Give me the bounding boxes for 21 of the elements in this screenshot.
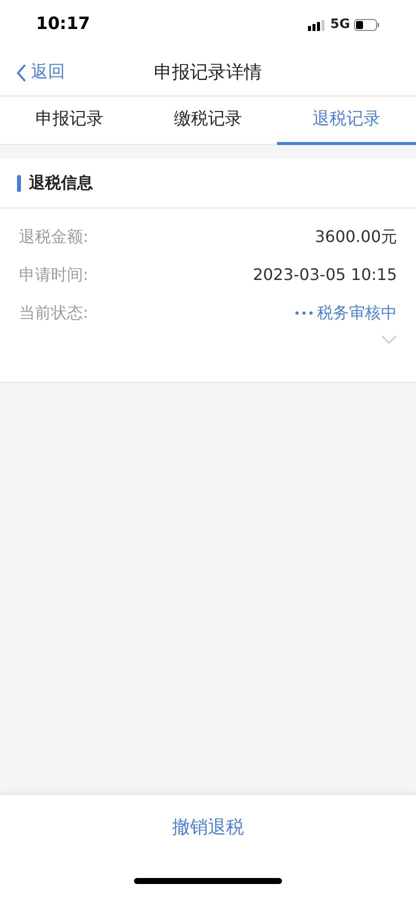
battery-icon — [354, 19, 380, 31]
cancel-refund-button[interactable]: 撤销退税 — [166, 813, 250, 842]
status-time: 10:17 — [36, 13, 90, 36]
network-label: 5G — [330, 16, 350, 34]
chevron-icon[interactable] — [381, 335, 397, 344]
tab[interactable]: 退税记录 — [277, 97, 416, 145]
page-title: 申报记录详情 — [154, 61, 262, 85]
back-icon — [16, 64, 27, 82]
field-label: 申请时间: — [19, 264, 88, 286]
section-title: 退税信息 — [29, 172, 93, 194]
tab[interactable]: 申报记录 — [0, 97, 139, 145]
field-value: 2023-03-05 10:15 — [252, 264, 397, 286]
field-label: 当前状态: — [19, 302, 88, 324]
dots-icon — [295, 311, 313, 315]
accent-bar — [17, 174, 21, 192]
tab[interactable]: 缴税记录 — [138, 97, 278, 145]
field-label: 退税金额: — [19, 226, 88, 248]
signal-icon — [308, 20, 326, 30]
back-button[interactable]: 返回 — [0, 60, 65, 86]
field-value: 3600.00元 — [314, 226, 397, 248]
status-value: 税务审核中 — [317, 302, 397, 324]
